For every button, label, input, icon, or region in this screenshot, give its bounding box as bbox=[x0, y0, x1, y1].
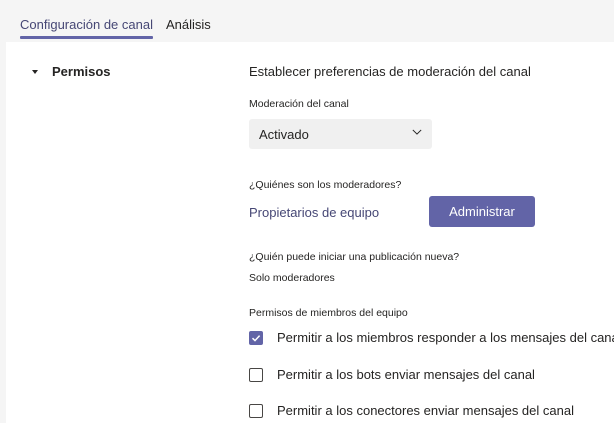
permission-option-bots-post[interactable]: Permitir a los bots enviar mensajes del … bbox=[249, 367, 535, 382]
connectors-post-label: Permitir a los conectores enviar mensaje… bbox=[277, 403, 574, 418]
tab-analytics[interactable]: Análisis bbox=[166, 17, 211, 32]
members-reply-label: Permitir a los miembros responder a los … bbox=[277, 330, 614, 345]
caret-down-icon bbox=[32, 69, 38, 74]
tab-analytics-label: Análisis bbox=[166, 17, 211, 32]
moderation-label: Moderación del canal bbox=[249, 98, 349, 110]
moderation-dropdown[interactable]: Activado bbox=[249, 119, 432, 149]
member-permissions-label: Permisos de miembros del equipo bbox=[249, 307, 408, 319]
moderation-dropdown-value: Activado bbox=[259, 127, 309, 142]
settings-panel: Permisos Establecer preferencias de mode… bbox=[6, 42, 614, 423]
manage-button[interactable]: Administrar bbox=[429, 196, 535, 227]
tab-channel-settings[interactable]: Configuración de canal bbox=[20, 17, 153, 39]
moderators-label: ¿Quiénes son los moderadores? bbox=[249, 179, 402, 191]
active-tab-underline bbox=[20, 36, 153, 39]
tab-channel-settings-label: Configuración de canal bbox=[20, 17, 153, 32]
permissions-section-toggle[interactable]: Permisos bbox=[32, 64, 111, 79]
permission-option-connectors-post[interactable]: Permitir a los conectores enviar mensaje… bbox=[249, 403, 574, 418]
checkmark-icon bbox=[251, 334, 261, 342]
new-post-label: ¿Quién puede iniciar una publicación nue… bbox=[249, 251, 460, 263]
bots-post-label: Permitir a los bots enviar mensajes del … bbox=[277, 367, 535, 382]
section-description: Establecer preferencias de moderación de… bbox=[249, 64, 531, 79]
tab-bar: Configuración de canal Análisis bbox=[0, 0, 614, 42]
section-title: Permisos bbox=[52, 64, 111, 79]
new-post-value: Solo moderadores bbox=[249, 272, 335, 284]
team-owners-link[interactable]: Propietarios de equipo bbox=[249, 205, 379, 220]
permission-option-members-reply[interactable]: Permitir a los miembros responder a los … bbox=[249, 330, 614, 345]
members-reply-checkbox[interactable] bbox=[249, 330, 263, 345]
connectors-post-checkbox[interactable] bbox=[249, 403, 263, 418]
chevron-down-icon bbox=[412, 129, 422, 135]
bots-post-checkbox[interactable] bbox=[249, 367, 263, 382]
